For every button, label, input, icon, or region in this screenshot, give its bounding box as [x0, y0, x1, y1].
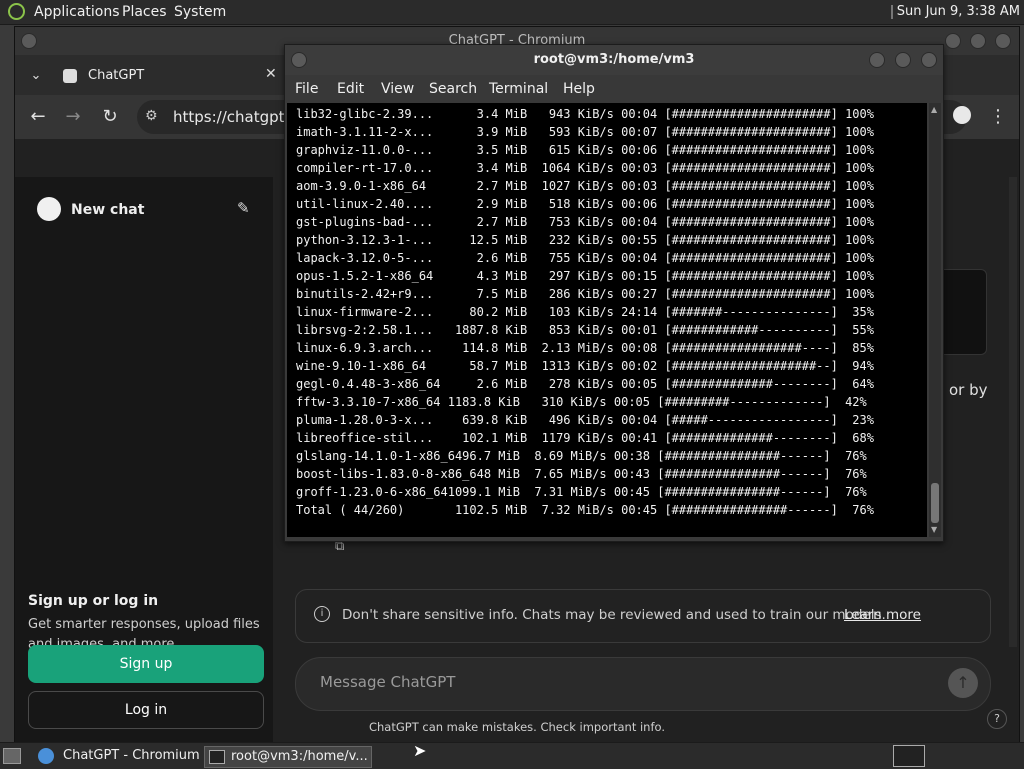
tab-chatgpt[interactable]: ChatGPT ✕ — [51, 61, 283, 95]
bottom-panel: ChatGPT - Chromium root@vm3:/home/v... ➤ — [0, 741, 1024, 769]
close-window-icon[interactable] — [995, 33, 1011, 49]
terminal-line: util-linux-2.40.... 2.9 MiB 518 KiB/s 00… — [296, 197, 874, 211]
workspace-switcher[interactable] — [893, 745, 925, 767]
terminal-line: linux-firmware-2... 80.2 MiB 103 KiB/s 2… — [296, 305, 874, 319]
taskbar-terminal[interactable]: root@vm3:/home/v... — [204, 746, 372, 768]
terminal-scrollbar[interactable]: ▲ ▼ — [929, 103, 941, 537]
signup-description-line1: Get smarter responses, upload files — [28, 617, 260, 632]
terminal-line: wine-9.10-1-x86_64 58.7 MiB 1313 KiB/s 0… — [296, 359, 874, 373]
send-arrow-icon[interactable]: ↑ — [948, 668, 978, 698]
terminal-line: compiler-rt-17.0... 3.4 MiB 1064 KiB/s 0… — [296, 161, 874, 175]
disclaimer-footer: ChatGPT can make mistakes. Check importa… — [368, 720, 666, 734]
privacy-notice: i Don't share sensitive info. Chats may … — [295, 589, 991, 643]
new-chat-edit-icon[interactable]: ✎ — [237, 199, 250, 217]
terminal-maximize-icon[interactable] — [895, 52, 911, 68]
terminal-menu-file[interactable]: File — [295, 81, 318, 97]
reload-icon[interactable]: ↻ — [99, 106, 121, 128]
terminal-line: lib32-glibc-2.39... 3.4 MiB 943 KiB/s 00… — [296, 107, 874, 121]
terminal-line: gst-plugins-bad-... 2.7 MiB 753 KiB/s 00… — [296, 215, 874, 229]
profile-icon[interactable] — [953, 106, 971, 124]
openai-logo-icon — [37, 197, 61, 221]
terminal-title: root@vm3:/home/vm3 — [533, 52, 695, 67]
clock[interactable]: Sun Jun 9, 3:38 AM — [897, 4, 1020, 19]
terminal-line: groff-1.23.0-6-x86_641099.1 MiB 7.31 MiB… — [296, 485, 867, 499]
notice-text: Don't share sensitive info. Chats may be… — [342, 607, 886, 623]
taskbar-chromium[interactable]: ChatGPT - Chromium — [34, 746, 200, 766]
minimize-icon[interactable] — [945, 33, 961, 49]
more-menu-icon[interactable]: ⋮ — [987, 106, 1009, 128]
terminal-line: libreoffice-stil... 102.1 MiB 1179 KiB/s… — [296, 431, 874, 445]
close-tab-icon[interactable]: ✕ — [265, 66, 277, 82]
tab-title: ChatGPT — [88, 68, 145, 83]
places-menu[interactable]: Places — [122, 4, 167, 20]
terminal-minimize-icon[interactable] — [869, 52, 885, 68]
mouse-cursor-icon: ➤ — [413, 741, 427, 760]
terminal-menubar: File Edit View Search Terminal Help — [285, 75, 943, 103]
show-desktop-icon[interactable] — [3, 748, 21, 764]
terminal-menu-search[interactable]: Search — [429, 81, 477, 97]
terminal-line: graphviz-11.0.0-... 3.5 MiB 615 KiB/s 00… — [296, 143, 874, 157]
terminal-line: opus-1.5.2-1-x86_64 4.3 MiB 297 KiB/s 00… — [296, 269, 874, 283]
terminal-menu-view[interactable]: View — [381, 81, 414, 97]
terminal-line: python-3.12.3-1-... 12.5 MiB 232 KiB/s 0… — [296, 233, 874, 247]
message-composer[interactable]: Message ChatGPT ↑ — [295, 657, 991, 711]
back-icon[interactable]: ← — [27, 106, 49, 128]
terminal-line: lapack-3.12.0-5-... 2.6 MiB 755 KiB/s 00… — [296, 251, 874, 265]
partial-text: or by — [949, 381, 988, 399]
forward-icon[interactable]: → — [62, 106, 84, 128]
mate-logo-icon[interactable] — [8, 3, 25, 20]
terminal-line: glslang-14.1.0-1-x86_6496.7 MiB 8.69 MiB… — [296, 449, 867, 463]
terminal-window: root@vm3:/home/vm3 File Edit View Search… — [284, 44, 944, 542]
tab-search-chevron-icon[interactable]: ⌄ — [25, 65, 47, 87]
new-chat-label[interactable]: New chat — [71, 202, 144, 218]
taskbar-terminal-label: root@vm3:/home/v... — [231, 749, 368, 764]
terminal-line: fftw-3.3.10-7-x86_64 1183.8 KiB 310 KiB/… — [296, 395, 867, 409]
terminal-icon — [209, 750, 225, 764]
terminal-line: imath-3.1.11-2-x... 3.9 MiB 593 KiB/s 00… — [296, 125, 874, 139]
message-input[interactable]: Message ChatGPT — [320, 673, 455, 691]
terminal-line: linux-6.9.3.arch... 114.8 MiB 2.13 MiB/s… — [296, 341, 874, 355]
terminal-close-icon[interactable] — [921, 52, 937, 68]
sign-up-button[interactable]: Sign up — [28, 645, 264, 683]
terminal-line: gegl-0.4.48-3-x86_64 2.6 MiB 278 KiB/s 0… — [296, 377, 874, 391]
terminal-titlebar[interactable]: root@vm3:/home/vm3 — [285, 45, 943, 75]
scroll-up-icon[interactable]: ▲ — [931, 105, 939, 114]
openai-favicon-icon — [63, 69, 77, 83]
scroll-down-icon[interactable]: ▼ — [931, 525, 939, 534]
page-scrollbar[interactable] — [1009, 177, 1017, 647]
terminal-menu-help[interactable]: Help — [563, 81, 595, 97]
terminal-menu-terminal[interactable]: Terminal — [489, 81, 548, 97]
terminal-line: binutils-2.42+r9... 7.5 MiB 286 KiB/s 00… — [296, 287, 874, 301]
terminal-scroll-thumb[interactable] — [931, 483, 939, 523]
terminal-menu-edit[interactable]: Edit — [337, 81, 364, 97]
site-info-icon[interactable]: ⚙ — [145, 108, 158, 124]
help-button[interactable]: ? — [987, 709, 1007, 729]
maximize-icon[interactable] — [970, 33, 986, 49]
terminal-screen[interactable]: lib32-glibc-2.39... 3.4 MiB 943 KiB/s 00… — [287, 103, 927, 537]
taskbar-chromium-label: ChatGPT - Chromium — [63, 748, 200, 763]
terminal-line: librsvg-2:2.58.1... 1887.8 KiB 853 KiB/s… — [296, 323, 874, 337]
terminal-line: Total ( 44/260) 1102.5 MiB 7.32 MiB/s 00… — [296, 503, 874, 517]
panel-separator-icon — [891, 5, 893, 19]
terminal-line: pluma-1.28.0-3-x... 639.8 KiB 496 KiB/s … — [296, 413, 874, 427]
info-icon: i — [314, 606, 330, 622]
terminal-line: aom-3.9.0-1-x86_64 2.7 MiB 1027 KiB/s 00… — [296, 179, 874, 193]
terminal-line: boost-libs-1.83.0-8-x86_648 MiB 7.65 MiB… — [296, 467, 867, 481]
system-menu[interactable]: System — [174, 4, 226, 20]
signup-heading: Sign up or log in — [28, 593, 159, 609]
learn-more-link[interactable]: Learn more — [844, 607, 921, 623]
terminal-output: lib32-glibc-2.39... 3.4 MiB 943 KiB/s 00… — [296, 105, 874, 519]
applications-menu[interactable]: Applications — [34, 4, 120, 20]
chromium-icon — [38, 748, 54, 764]
top-panel: Applications Places System Sun Jun 9, 3:… — [0, 0, 1024, 25]
